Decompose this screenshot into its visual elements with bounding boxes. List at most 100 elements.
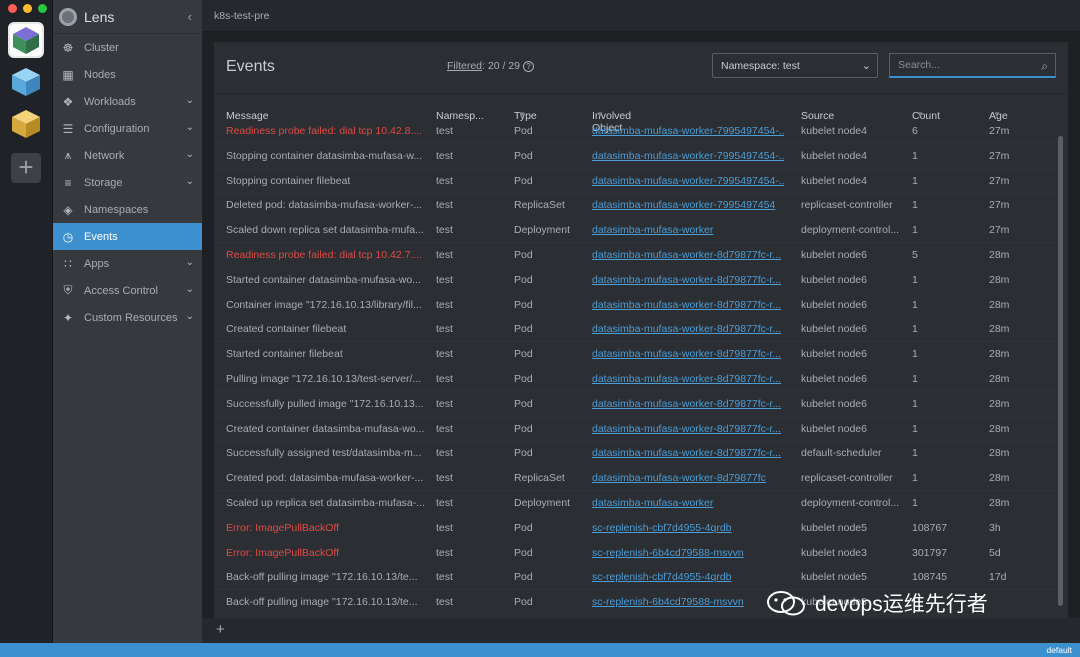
sidebar-item-label: Access Control [84, 284, 158, 297]
table-row[interactable]: Created container datasimba-mufasa-wo...… [214, 417, 1068, 442]
chevron-down-icon[interactable]: ⌄ [186, 284, 194, 295]
table-row[interactable]: Started container filebeat test Pod datasim… [214, 342, 1068, 367]
involved-object-link[interactable]: sc-replenish-cbf7d4955-4qrdb [592, 522, 784, 534]
event-count: 1 [912, 149, 918, 162]
search-input[interactable] [890, 54, 1030, 76]
table-row[interactable]: Deleted pod: datasimba-mufasa-worker-...… [214, 193, 1068, 219]
cluster-cube-icon[interactable] [10, 66, 42, 98]
involved-object-link[interactable]: datasimba-mufasa-worker-7995497454 [592, 199, 784, 211]
table-row[interactable]: Scaled up replica set datasimba-mufasa-.… [214, 491, 1068, 516]
event-source: kubelet node4 [801, 174, 867, 187]
search-icon[interactable]: ⌕ [1041, 59, 1048, 74]
table-row[interactable]: Successfully assigned test/datasimba-m..… [214, 441, 1068, 467]
help-icon[interactable]: ? [522, 61, 534, 72]
involved-object-link[interactable]: datasimba-mufasa-worker-7995497454-... [592, 150, 784, 162]
nodes-icon: ▦ [62, 67, 74, 82]
event-count: 1 [912, 348, 918, 361]
involved-object-link[interactable]: datasimba-mufasa-worker-8d79877fc-r... [592, 373, 784, 385]
puzzle-icon: ✦ [62, 310, 74, 325]
involved-object-link[interactable]: sc-replenish-6b4cd79588-msvvn [592, 596, 784, 608]
involved-object-link[interactable]: datasimba-mufasa-worker-7995497454-... [592, 125, 784, 137]
cluster-cube-icon[interactable] [10, 108, 42, 140]
event-message: Stopping container filebeat [226, 174, 351, 187]
event-message: Scaled up replica set datasimba-mufasa-.… [226, 496, 426, 509]
table-row[interactable]: Back-off pulling image "172.16.10.13/te.… [214, 565, 1068, 591]
table-row[interactable]: Started container datasimba-mufasa-wo...… [214, 268, 1068, 293]
involved-object-link[interactable]: datasimba-mufasa-worker-8d79877fc-r... [592, 299, 784, 311]
sidebar-item-nodes[interactable]: ▦ Nodes [53, 61, 202, 88]
event-type: Pod [514, 125, 533, 137]
sidebar-item-workloads[interactable]: ❖ Workloads ⌄ [53, 88, 202, 115]
add-cluster-button[interactable]: + [11, 153, 41, 183]
event-type: Pod [514, 372, 533, 385]
sidebar-item-custom-resources[interactable]: ✦ Custom Resources ⌄ [53, 304, 202, 331]
involved-object-link[interactable]: datasimba-mufasa-worker-8d79877fc-r... [592, 348, 784, 360]
scrollbar-thumb[interactable] [1058, 136, 1063, 606]
involved-object-link[interactable]: datasimba-mufasa-worker [592, 497, 784, 509]
new-tab-button[interactable]: + [216, 621, 225, 638]
chevron-down-icon[interactable]: ⌄ [186, 149, 194, 160]
status-bar: default [0, 643, 1080, 657]
involved-object-link[interactable]: sc-replenish-cbf7d4955-4qrdb [592, 571, 784, 583]
status-namespace[interactable]: default [1046, 645, 1072, 655]
table-row[interactable]: Stopping container filebeat test Pod datasi… [214, 169, 1068, 194]
zoom-window-button[interactable] [38, 4, 47, 13]
involved-object-link[interactable]: datasimba-mufasa-worker-7995497454-... [592, 175, 784, 187]
sidebar-item-storage[interactable]: ≡ Storage ⌄ [53, 169, 202, 196]
involved-object-link[interactable]: datasimba-mufasa-worker-8d79877fc-r... [592, 423, 784, 435]
involved-object-link[interactable]: datasimba-mufasa-worker-8d79877fc-r... [592, 398, 784, 410]
close-window-button[interactable] [8, 4, 17, 13]
chevron-down-icon[interactable]: ⌄ [186, 176, 194, 187]
filtered-label[interactable]: Filtered [447, 60, 482, 72]
table-row[interactable]: Error: ImagePullBackOff test Pod sc-repleni… [214, 516, 1068, 541]
sidebar-item-apps[interactable]: ∷ Apps ⌄ [53, 250, 202, 277]
table-row[interactable]: Readiness probe failed: dial tcp 10.42.7… [214, 243, 1068, 268]
table-row[interactable]: Container image "172.16.10.13/library/fi… [214, 293, 1068, 318]
table-row[interactable]: Created pod: datasimba-mufasa-worker-...… [214, 466, 1068, 491]
sidebar-item-configuration[interactable]: ☰ Configuration ⌄ [53, 115, 202, 142]
wechat-icon [767, 591, 805, 616]
chevron-down-icon[interactable]: ⌄ [186, 257, 194, 268]
event-source: kubelet node5 [801, 571, 867, 584]
search-box[interactable]: ⌕ [889, 53, 1056, 78]
table-row[interactable]: Scaled down replica set datasimba-mufa..… [214, 218, 1068, 243]
table-row[interactable]: Error: ImagePullBackOff test Pod sc-repleni… [214, 541, 1068, 566]
event-age: 5d [989, 546, 1001, 559]
sidebar-item-cluster[interactable]: ☸ Cluster [53, 34, 202, 61]
top-bar: k8s-test-pre [202, 0, 1080, 32]
event-type: Pod [514, 422, 533, 435]
sidebar-item-events[interactable]: ◷ Events [53, 223, 202, 250]
event-count: 301797 [912, 546, 948, 559]
involved-object-link[interactable]: sc-replenish-6b4cd79588-msvvn [592, 547, 784, 559]
collapse-sidebar-icon[interactable]: ‹ [188, 9, 192, 24]
chevron-down-icon[interactable]: ⌄ [186, 311, 194, 322]
table-header: Message Namesp... Type ▼ Involved Object ▼… [214, 94, 1068, 134]
event-type: Pod [514, 348, 533, 361]
involved-object-link[interactable]: datasimba-mufasa-worker-8d79877fc-r... [592, 249, 784, 261]
sidebar-item-network[interactable]: ⩚ Network ⌄ [53, 142, 202, 169]
table-row[interactable]: Readiness probe failed: dial tcp 10.42.8… [214, 119, 1068, 144]
event-message: Pulling image "172.16.10.13/test-server/… [226, 372, 422, 385]
involved-object-link[interactable]: datasimba-mufasa-worker [592, 224, 784, 236]
table-row[interactable]: Created container filebeat test Pod datasim… [214, 317, 1068, 343]
table-row[interactable]: Pulling image "172.16.10.13/test-server/… [214, 367, 1068, 392]
involved-object-link[interactable]: datasimba-mufasa-worker-8d79877fc-r... [592, 323, 784, 335]
event-namespace: test [436, 472, 453, 485]
namespace-select[interactable]: Namespace: test ⌄ [712, 53, 878, 78]
sidebar-item-namespaces[interactable]: ◈ Namespaces [53, 196, 202, 223]
table-row[interactable]: Successfully pulled image "172.16.10.13.… [214, 392, 1068, 417]
network-icon: ⩚ [64, 148, 72, 162]
event-age: 28m [989, 348, 1010, 361]
involved-object-link[interactable]: datasimba-mufasa-worker-8d79877fc [592, 472, 784, 484]
involved-object-link[interactable]: datasimba-mufasa-worker-8d79877fc-r... [592, 274, 784, 286]
sidebar: Lens ‹ ☸ Cluster ▦ Nodes ❖ Workloads ⌄ ☰ Configu… [53, 0, 202, 643]
filtered-count[interactable]: Filtered: 20 / 29? [447, 60, 534, 72]
table-row[interactable]: Stopping container datasimba-mufasa-w...… [214, 144, 1068, 169]
sidebar-item-access-control[interactable]: ⛨ Access Control ⌄ [53, 277, 202, 304]
event-namespace: test [436, 199, 453, 212]
chevron-down-icon[interactable]: ⌄ [186, 95, 194, 106]
involved-object-link[interactable]: datasimba-mufasa-worker-8d79877fc-r... [592, 447, 784, 459]
chevron-down-icon[interactable]: ⌄ [186, 122, 194, 133]
minimize-window-button[interactable] [23, 4, 32, 13]
cluster-cube-icon-active[interactable] [8, 22, 44, 58]
